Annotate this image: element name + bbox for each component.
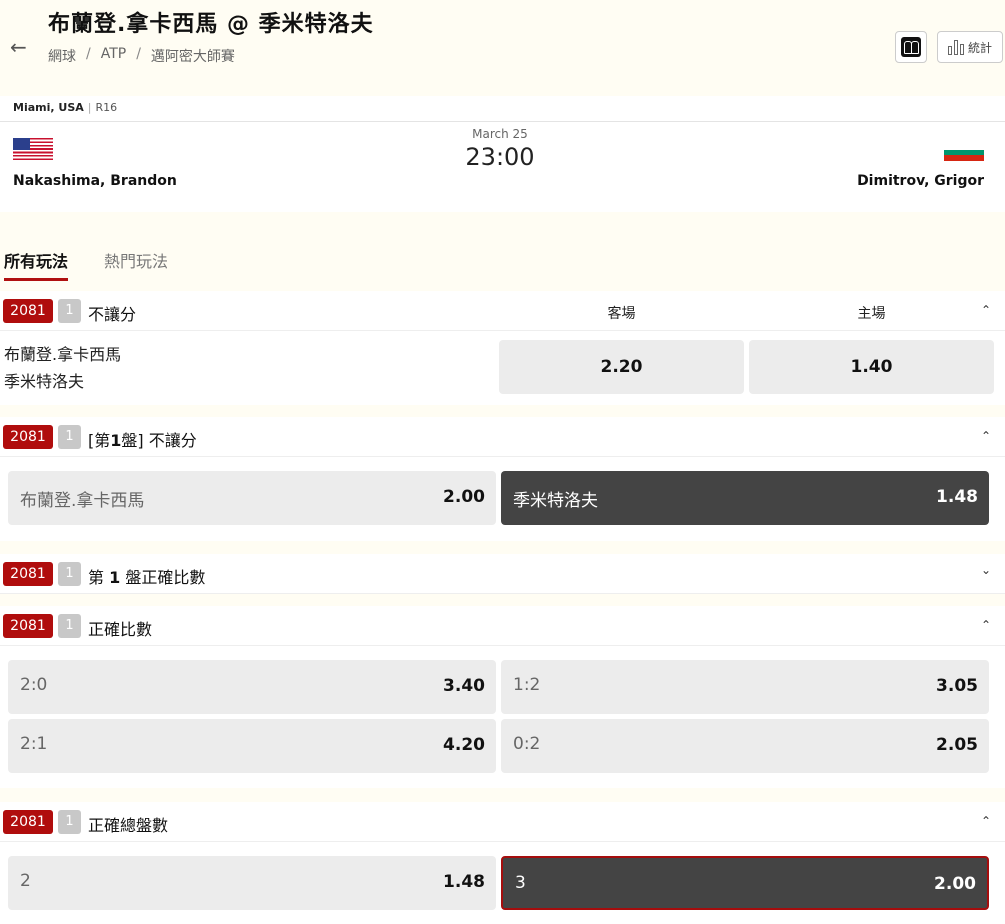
market-id-badge: 2081 (3, 562, 53, 586)
market-count-badge: 1 (58, 614, 81, 638)
section-header-set1-moneyline[interactable]: 2081 1 [第1盤] 不讓分 ⌃ (0, 417, 1005, 457)
odds-button[interactable]: 2:1 4.20 (8, 719, 496, 773)
market-count-badge: 1 (58, 810, 81, 834)
odds-value: 2.00 (443, 487, 485, 507)
odds-label: 1:2 (513, 675, 541, 695)
odds-button[interactable]: 1:2 3.05 (501, 660, 989, 714)
section-title: 正確總盤數 (88, 816, 169, 835)
odds-button[interactable]: 布蘭登.拿卡西馬 2.00 (8, 471, 496, 525)
market-tabs: 所有玩法 熱門玩法 (0, 232, 1005, 282)
column-header-away: 客場 (607, 306, 636, 322)
section-header-correct-score[interactable]: 2081 1 正確比數 ⌃ (0, 606, 1005, 646)
odds-value: 2.00 (934, 874, 976, 894)
market-id-badge: 2081 (3, 810, 53, 834)
tab-all-markets[interactable]: 所有玩法 (4, 248, 69, 281)
market-count-badge: 1 (58, 562, 81, 586)
section-header-set1-correct-score[interactable]: 2081 1 第 1 盤正確比數 ⌄ (0, 554, 1005, 594)
market-count-badge: 1 (58, 299, 81, 323)
odds-value: 1.48 (936, 487, 978, 507)
section-body-total-sets: 2 1.48 3 2.00 (0, 842, 1005, 924)
match-time: 23:00 (465, 143, 535, 171)
venue-name: Miami, USA (13, 101, 84, 114)
odds-label: 2:1 (20, 734, 48, 754)
breadcrumb-separator: / (136, 46, 141, 62)
section-title: 第 1 盤正確比數 (88, 568, 206, 587)
chevron-up-icon[interactable]: ⌃ (981, 619, 993, 631)
section-title: 正確比數 (88, 620, 153, 639)
odds-button-away[interactable]: 2.20 (499, 340, 744, 394)
breadcrumb-tour[interactable]: ATP (101, 46, 126, 66)
odds-value: 3.05 (936, 676, 978, 696)
odds-value: 4.20 (443, 735, 485, 755)
match-card: Miami, USA | R16 March 25 23:00 Nakashima,… (0, 96, 1005, 212)
breadcrumb-separator: / (86, 46, 91, 62)
stats-button[interactable]: 統計 (937, 31, 1003, 63)
page-title: 布蘭登.拿卡西馬 @ 季米特洛夫 (48, 12, 374, 37)
odds-label: 季米特洛夫 (513, 491, 598, 511)
odds-value: 3.40 (443, 676, 485, 696)
section-header-moneyline[interactable]: 2081 1 不讓分 客場 主場 ⌃ (0, 291, 1005, 331)
odds-value: 2.20 (600, 357, 643, 377)
odds-value: 2.05 (936, 735, 978, 755)
odds-label: 布蘭登.拿卡西馬 (20, 491, 145, 511)
section-body-moneyline: 布蘭登.拿卡西馬 季米特洛夫 2.20 1.40 (0, 331, 1005, 405)
odds-value: 1.48 (443, 872, 485, 892)
market-id-badge: 2081 (3, 425, 53, 449)
section-title: 不讓分 (88, 305, 137, 324)
stats-label: 統計 (967, 40, 992, 55)
section-title: [第1盤] 不讓分 (88, 431, 197, 450)
odds-label: 2:0 (20, 675, 48, 695)
chevron-up-icon[interactable]: ⌃ (981, 304, 993, 316)
breadcrumb-sport[interactable]: 網球 (48, 46, 76, 66)
match-venue: Miami, USA | R16 (13, 101, 118, 114)
chevron-up-icon[interactable]: ⌃ (981, 815, 993, 827)
odds-button[interactable]: 2 1.48 (8, 856, 496, 910)
breadcrumb-tournament[interactable]: 邁阿密大師賽 (151, 46, 235, 66)
odds-button-home[interactable]: 1.40 (749, 340, 994, 394)
odds-label: 0:2 (513, 734, 541, 754)
odds-label: 3 (515, 873, 526, 893)
section-body-correct-score: 2:0 3.40 1:2 3.05 2:1 4.20 0:2 2.05 (0, 646, 1005, 788)
match-date: March 25 (472, 127, 528, 141)
players-button[interactable] (895, 31, 927, 63)
odds-button[interactable]: 2:0 3.40 (8, 660, 496, 714)
back-arrow-icon[interactable]: ← (10, 36, 32, 58)
players-icon (901, 37, 921, 57)
away-team-name: 季米特洛夫 (4, 372, 85, 391)
odds-button-selected[interactable]: 季米特洛夫 1.48 (501, 471, 989, 525)
tab-popular-markets[interactable]: 熱門玩法 (104, 248, 168, 272)
market-id-badge: 2081 (3, 299, 53, 323)
section-body-set1-moneyline: 布蘭登.拿卡西馬 2.00 季米特洛夫 1.48 (0, 457, 1005, 541)
market-count-badge: 1 (58, 425, 81, 449)
matchup-names: 布蘭登.拿卡西馬 季米特洛夫 (4, 341, 121, 395)
away-player-name: Dimitrov, Grigor (857, 173, 984, 189)
home-team-name: 布蘭登.拿卡西馬 (4, 345, 122, 364)
market-id-badge: 2081 (3, 614, 53, 638)
match-round: R16 (95, 101, 118, 114)
page-header: ← 布蘭登.拿卡西馬 @ 季米特洛夫 網球 / ATP / 邁阿密大師賽 統計 (0, 0, 1005, 96)
home-player-name: Nakashima, Brandon (13, 173, 177, 189)
section-header-total-sets[interactable]: 2081 1 正確總盤數 ⌃ (0, 802, 1005, 842)
column-header-home: 主場 (857, 306, 886, 322)
bar-chart-icon (947, 39, 964, 55)
odds-button[interactable]: 0:2 2.05 (501, 719, 989, 773)
odds-button-selected[interactable]: 3 2.00 (501, 856, 989, 910)
odds-value: 1.40 (850, 357, 893, 377)
breadcrumb: 網球 / ATP / 邁阿密大師賽 (48, 46, 235, 66)
chevron-down-icon[interactable]: ⌄ (981, 564, 993, 576)
odds-label: 2 (20, 871, 31, 891)
chevron-up-icon[interactable]: ⌃ (981, 430, 993, 442)
